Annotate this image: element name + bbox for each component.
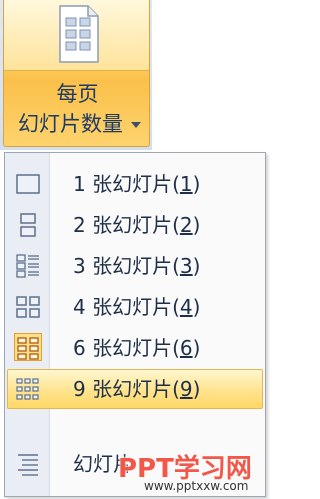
one-slide-icon (16, 174, 40, 194)
menu-item-3-slides[interactable]: 3 张幻灯片(3) (7, 246, 263, 286)
menu-item-4-slides[interactable]: 4 张幻灯片(4) (7, 287, 263, 327)
menu-item-label: 2 张幻灯片(2) (73, 213, 201, 237)
menu-item-label: 4 张幻灯片(4) (73, 295, 201, 319)
menu-item-label: 3 张幻灯片(3) (73, 254, 201, 278)
menu-item-9-slides[interactable]: 9 张幻灯片(9) (7, 369, 263, 409)
slides-per-page-icon (59, 5, 99, 63)
menu-item-label: 6 张幻灯片(6) (73, 336, 201, 360)
slides-per-page-button[interactable]: 每页 幻灯片数量 (3, 0, 150, 147)
watermark-url: www.pptxxw.com (144, 479, 249, 493)
menu-item-label: 9 张幻灯片(9) (73, 377, 201, 401)
menu-item-label: 1 张幻灯片(1) (73, 172, 201, 196)
chevron-down-icon[interactable] (131, 122, 141, 128)
outline-icon (18, 454, 38, 476)
slides-per-page-menu: 1 张幻灯片(1) 2 张幻灯片(2) 3 张幻灯片(3) 4 张幻灯片(4) … (4, 152, 266, 497)
menu-item-2-slides[interactable]: 2 张幻灯片(2) (7, 205, 263, 245)
menu-item-1-slide[interactable]: 1 张幻灯片(1) (7, 164, 263, 204)
button-label-line2: 幻灯片数量 (18, 112, 123, 136)
six-slides-icon (17, 337, 39, 360)
watermark: PPT学习网 www.pptxxw.com (118, 448, 270, 496)
nine-slides-icon (16, 378, 39, 400)
menu-item-6-slides[interactable]: 6 张幻灯片(6) (7, 328, 263, 368)
button-label-line1: 每页 (56, 82, 99, 106)
four-slides-icon (16, 296, 40, 318)
three-slides-icon (16, 254, 39, 278)
two-slides-icon (20, 213, 36, 237)
slides-per-page-button-top[interactable] (4, 0, 149, 71)
ribbon-empty-area (152, 0, 273, 150)
